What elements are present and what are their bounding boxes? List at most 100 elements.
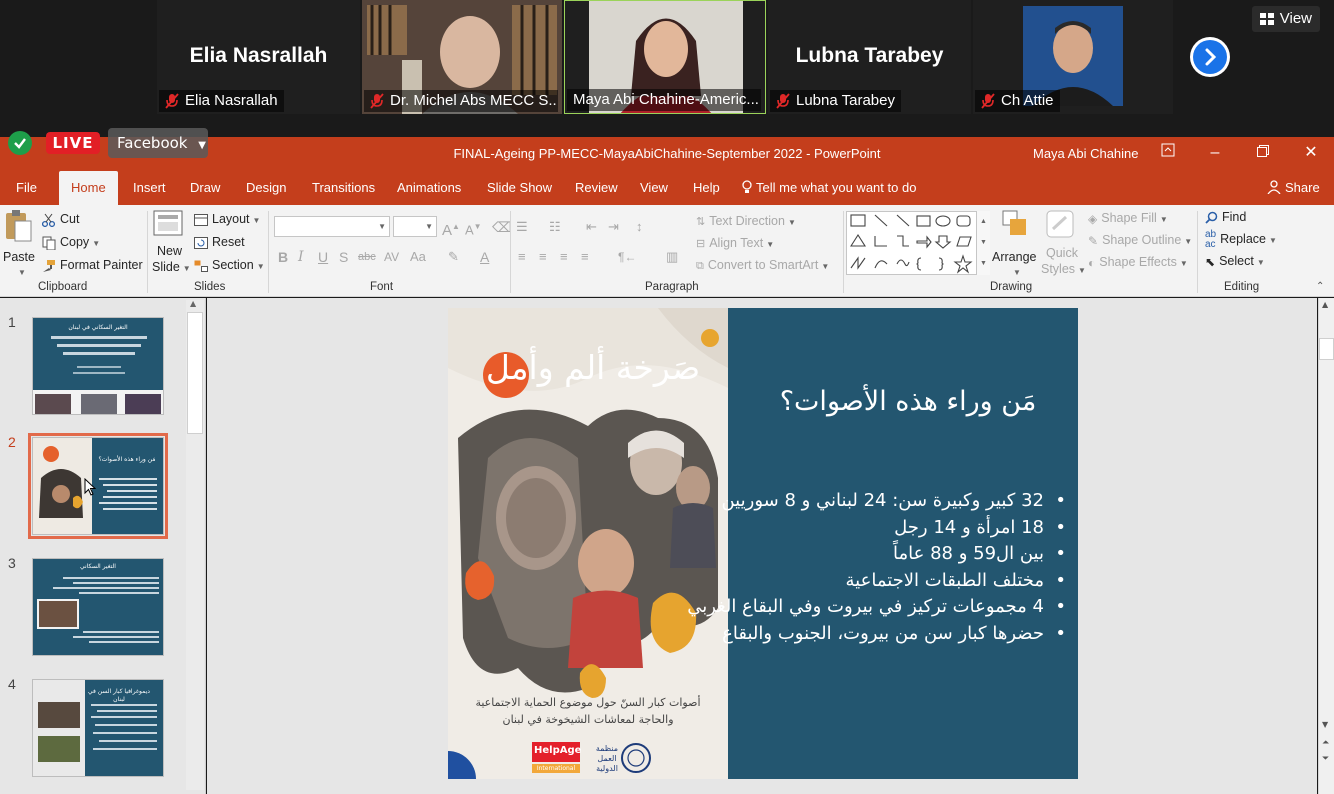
tab-transitions[interactable]: Transitions	[312, 171, 375, 205]
live-badge[interactable]: LIVE	[46, 132, 100, 154]
next-participants-button[interactable]	[1190, 37, 1230, 77]
slide-thumbnail-2[interactable]: مَن وراء هذه الأصوات؟	[28, 433, 168, 539]
security-shield-icon[interactable]	[8, 131, 32, 155]
close-icon[interactable]: ✕	[1299, 142, 1323, 164]
participant-tile-lubna[interactable]: Lubna Tarabey Lubna Tarabey	[768, 0, 971, 114]
scroll-up-icon[interactable]: ▲	[1322, 300, 1328, 309]
paste-button[interactable]: Paste ▼	[3, 209, 35, 279]
tab-review[interactable]: Review	[575, 171, 618, 205]
bullets-icon[interactable]: ☰	[516, 217, 528, 237]
numbering-icon[interactable]: ☷	[549, 217, 561, 237]
align-center-icon[interactable]: ≡	[539, 247, 547, 267]
tab-file[interactable]: File	[16, 171, 37, 205]
font-color-icon[interactable]: A	[480, 247, 489, 267]
format-painter-button[interactable]: Format Painter	[42, 255, 143, 275]
find-button[interactable]: Find	[1205, 207, 1246, 227]
highlight-icon[interactable]: ✎	[448, 247, 459, 267]
scroll-up-icon[interactable]: ▲	[190, 299, 196, 308]
increase-indent-icon[interactable]: ⇥	[608, 217, 619, 237]
layout-button[interactable]: Layout ▼	[194, 209, 260, 229]
copy-button[interactable]: Copy ▼	[42, 232, 100, 252]
current-slide[interactable]: صَرخة ألم وأمل أصوات كبار السنّ حول موضو…	[448, 308, 1078, 779]
share-button[interactable]: Share	[1267, 171, 1320, 205]
text-shadow-icon[interactable]: S	[339, 247, 348, 267]
italic-icon[interactable]: I	[298, 247, 304, 267]
caret-down-icon: ▼	[1184, 237, 1193, 246]
justify-icon[interactable]: ≡	[581, 247, 589, 267]
gallery-scroll-arrows[interactable]: ▲ ▼ ▼	[976, 211, 990, 275]
slide-title[interactable]: مَن وراء هذه الأصوات؟	[748, 386, 1068, 417]
stream-destination-dropdown[interactable]: Facebook ▼	[108, 128, 208, 158]
user-name[interactable]: Maya Abi Chahine	[1033, 146, 1139, 161]
quick-styles-button[interactable]: Quick Styles ▼	[1041, 209, 1086, 279]
tab-slide-show[interactable]: Slide Show	[487, 171, 552, 205]
shape-effects-button[interactable]: ◐ Shape Effects ▼	[1088, 252, 1188, 272]
columns-icon[interactable]: ▥	[666, 247, 678, 267]
copy-label: Copy	[60, 235, 90, 249]
clear-formatting-icon[interactable]: ⌫	[492, 217, 512, 237]
slide-number: 4	[8, 676, 16, 692]
slide-thumbnail-3[interactable]: التغير السكاني	[32, 558, 164, 656]
slide-scrollbar[interactable]: ▲ ▼ ⏶ ⏷	[1318, 298, 1334, 794]
cut-label: Cut	[60, 212, 80, 226]
align-right-icon[interactable]: ≡	[560, 247, 568, 267]
thumbnail-scrollbar[interactable]: ▲	[186, 299, 204, 790]
character-spacing-icon[interactable]: AV	[384, 247, 399, 267]
ribbon-display-options-icon[interactable]	[1156, 142, 1180, 164]
strikethrough-icon[interactable]: abc	[358, 247, 376, 267]
align-text-button[interactable]: ⊟ Align Text ▼	[696, 233, 774, 253]
rtl-icon[interactable]: ¶←	[618, 247, 636, 267]
new-slide-button[interactable]: New Slide ▼	[152, 209, 191, 279]
tab-view[interactable]: View	[640, 171, 668, 205]
cut-button[interactable]: Cut	[42, 209, 79, 229]
shapes-gallery[interactable]	[846, 211, 990, 275]
font-size-combo[interactable]: ▼	[393, 216, 437, 237]
tab-help[interactable]: Help	[693, 171, 720, 205]
slide-bullet-list[interactable]: 32 كبير وكبيرة سن: 24 لبناني و 8 سوريين …	[687, 488, 1068, 647]
collapse-ribbon-icon[interactable]: ⌃	[1316, 281, 1324, 292]
underline-icon[interactable]: U	[318, 247, 328, 267]
change-case-icon[interactable]: Aa	[410, 247, 426, 267]
restore-icon[interactable]	[1251, 142, 1275, 164]
convert-smartart-button[interactable]: ⧉ Convert to SmartArt ▼	[696, 255, 829, 275]
section-button[interactable]: Section ▼	[194, 255, 265, 275]
minimize-icon[interactable]: –	[1203, 142, 1227, 164]
ilo-logo-label: منظمة العمل الدولية	[595, 744, 618, 773]
scroll-down-icon[interactable]: ▼	[1322, 720, 1328, 729]
tab-animations[interactable]: Animations	[397, 171, 461, 205]
align-left-icon[interactable]: ≡	[518, 247, 526, 267]
quick-styles-label-2-text: Styles	[1041, 262, 1076, 276]
caret-down-icon: ▼	[787, 218, 796, 227]
line-spacing-icon[interactable]: ↕	[636, 217, 643, 237]
slide-thumbnail-1[interactable]: التغير السكاني في لبنان	[32, 317, 164, 415]
reset-button[interactable]: Reset	[194, 232, 245, 252]
view-button[interactable]: View	[1251, 6, 1320, 32]
participant-tile-maya[interactable]: Maya Abi Chahine-Americ...	[564, 0, 766, 114]
previous-slide-icon[interactable]: ⏶	[1322, 738, 1329, 748]
decrease-font-size-icon[interactable]: A▼	[465, 217, 482, 237]
tab-home[interactable]: Home	[59, 171, 118, 205]
slide-number: 3	[8, 555, 16, 571]
chevron-right-icon	[1205, 48, 1217, 66]
decrease-indent-icon[interactable]: ⇤	[586, 217, 597, 237]
slide-thumbnail-4[interactable]: ديموغرافيا كبار السن في لبنان	[32, 679, 164, 777]
participant-tile-michel[interactable]: Dr. Michel Abs MECC S...	[362, 0, 562, 114]
arrange-button[interactable]: Arrange ▼	[992, 209, 1040, 279]
tab-draw[interactable]: Draw	[190, 171, 220, 205]
participant-tile-attie[interactable]: Ch Attie	[973, 0, 1173, 114]
participant-tile-elia[interactable]: Elia Nasrallah Elia Nasrallah	[157, 0, 360, 114]
font-name-combo[interactable]: ▼	[274, 216, 390, 237]
select-button[interactable]: ⬉ Select ▼	[1205, 251, 1265, 271]
scrollbar-thumb[interactable]	[1319, 338, 1334, 360]
increase-font-size-icon[interactable]: A▲	[442, 217, 460, 239]
shape-outline-button[interactable]: ✎ Shape Outline ▼	[1088, 230, 1192, 250]
shape-fill-button[interactable]: ◈ Shape Fill ▼	[1088, 208, 1168, 228]
scrollbar-thumb[interactable]	[187, 312, 203, 434]
tab-insert[interactable]: Insert	[133, 171, 166, 205]
tell-me-search[interactable]: Tell me what you want to do	[742, 171, 916, 205]
bold-icon[interactable]: B	[278, 247, 288, 267]
replace-button[interactable]: ab ac Replace ▼	[1205, 229, 1277, 249]
next-slide-icon[interactable]: ⏷	[1322, 754, 1329, 764]
tab-design[interactable]: Design	[246, 171, 286, 205]
text-direction-button[interactable]: ⇅ Text Direction ▼	[696, 211, 796, 231]
